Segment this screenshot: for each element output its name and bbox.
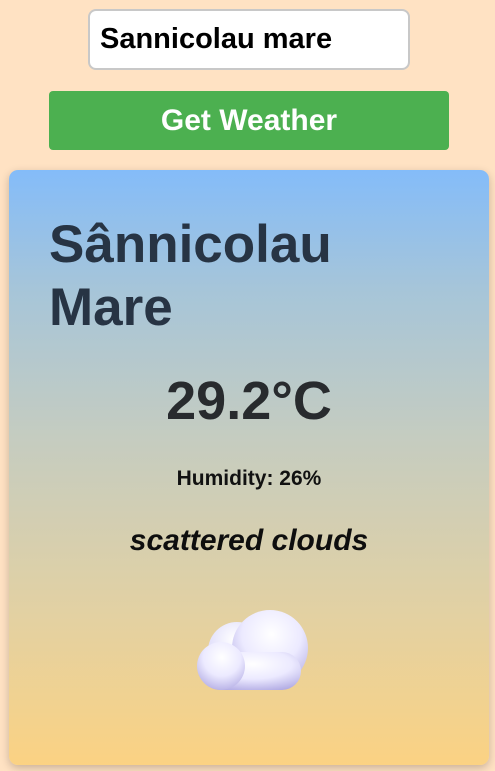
weather-card: Sânnicolau Mare 29.2°C Humidity: 26% sca… — [9, 170, 489, 765]
temperature-value: 29.2°C — [166, 371, 332, 431]
humidity-value: Humidity: 26% — [176, 467, 322, 490]
city-search-input[interactable] — [88, 9, 410, 70]
get-weather-button[interactable]: Get Weather — [49, 91, 449, 150]
cloud-icon — [197, 610, 308, 690]
city-name: Sânnicolau Mare — [49, 215, 332, 337]
weather-description: scattered clouds — [129, 524, 369, 557]
